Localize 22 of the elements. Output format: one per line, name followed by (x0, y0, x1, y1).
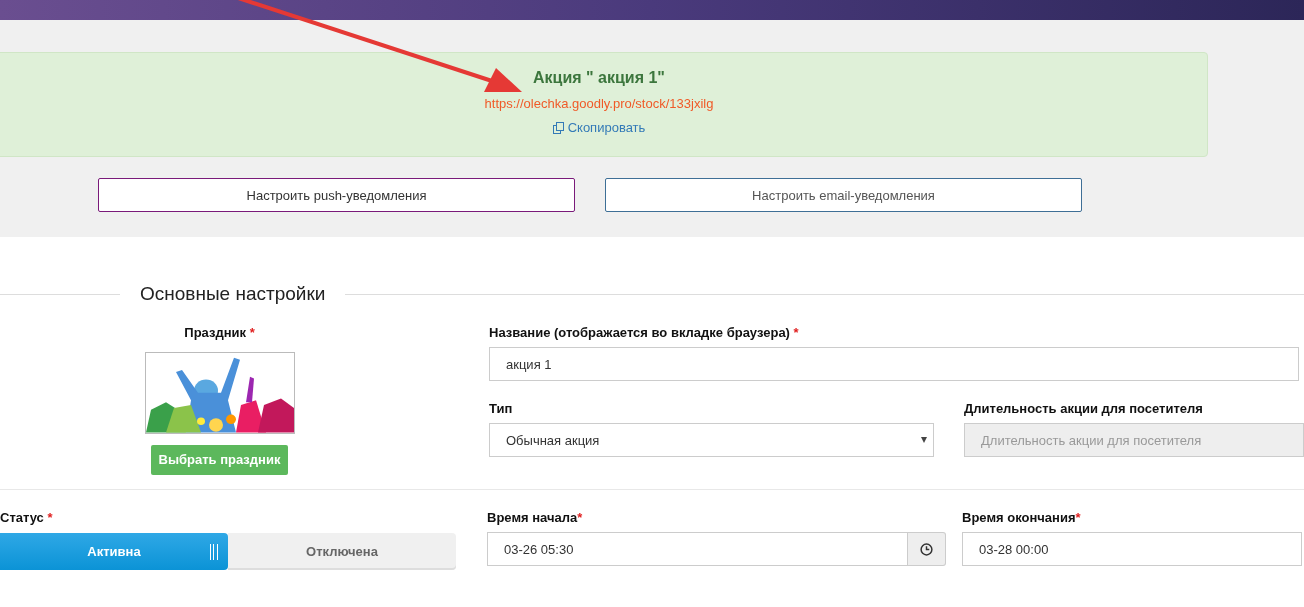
clock-icon (920, 542, 933, 556)
field-label: Название (отображается во вкладке браузера) * (489, 325, 800, 340)
name-input[interactable]: акция 1 (489, 347, 1299, 381)
field-label: Праздник * (184, 325, 255, 340)
status-option[interactable]: Отключена (228, 533, 456, 570)
field-label: Тип (489, 401, 514, 416)
field-label: Время окончания* (962, 510, 1082, 525)
end-time-input[interactable]: 03-28 00:00 (962, 532, 1302, 566)
section-title: Основные настройки (139, 283, 327, 305)
field-label: Время начала* (487, 510, 584, 525)
copy-link[interactable]: Скопировать (552, 120, 646, 135)
clock-button[interactable] (908, 532, 946, 566)
notification-settings-button[interactable]: Настроить email-уведомления (605, 178, 1082, 212)
caret-icon (921, 437, 927, 443)
type-select[interactable]: Обычная акция (489, 423, 934, 457)
field-label: Длительность акции для посетителя (964, 401, 1204, 416)
start-time-input[interactable]: 03-26 05:30 (487, 532, 908, 566)
notification-settings-button[interactable]: Настроить push-уведомления (98, 178, 575, 212)
grip-icon (210, 544, 218, 560)
field-label: Статус * (0, 510, 54, 525)
promo-title: Акция " акция 1" (533, 69, 665, 87)
copy-icon (552, 121, 565, 134)
